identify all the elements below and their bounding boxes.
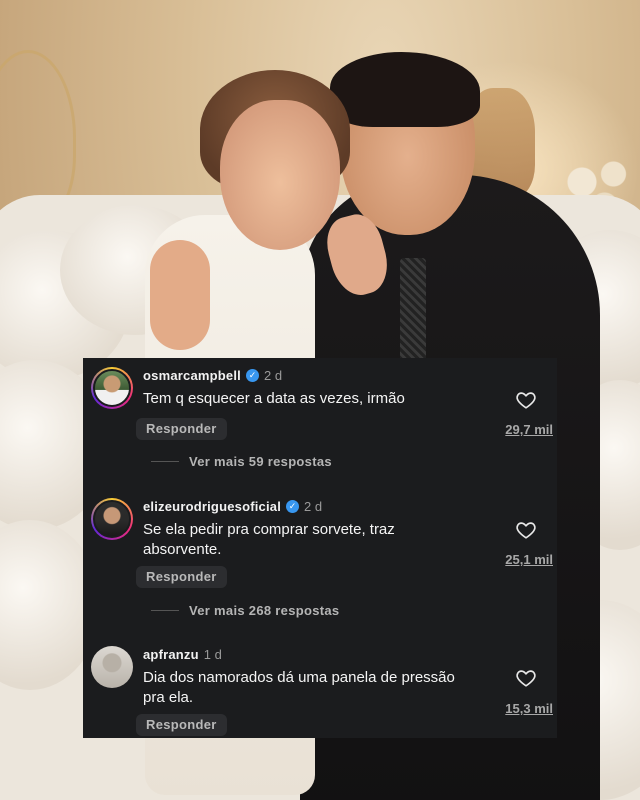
username[interactable]: osmarcampbell [143, 368, 241, 383]
reply-button[interactable]: Responder [136, 418, 227, 440]
man-tie [400, 258, 426, 368]
comments-panel: osmarcampbell ✓ 2 d Tem q esquecer a dat… [83, 358, 557, 738]
verified-badge-icon: ✓ [286, 500, 300, 513]
comment-text: Se ela pedir pra comprar sorvete, traz a… [143, 521, 395, 558]
view-more-label: Ver mais 268 respostas [189, 603, 340, 618]
username[interactable]: apfranzu [143, 647, 199, 662]
avatar[interactable] [91, 367, 133, 409]
comment-text: Dia dos namorados dá uma panela de press… [143, 669, 455, 706]
username[interactable]: elizeurodriguesoficial [143, 499, 281, 514]
avatar-image [93, 369, 131, 407]
like-count[interactable]: 15,3 mil [505, 701, 553, 716]
avatar[interactable] [91, 498, 133, 540]
heart-icon[interactable] [515, 389, 537, 411]
comment-text: Tem q esquecer a data as vezes, irmão [143, 390, 405, 407]
like-count[interactable]: 25,1 mil [505, 552, 553, 567]
divider-line [151, 461, 179, 462]
comment-time: 2 d [304, 499, 323, 514]
heart-icon[interactable] [515, 519, 537, 541]
comment-meta: apfranzu 1 d [143, 647, 222, 662]
man-hair [330, 52, 480, 127]
avatar-image [93, 500, 131, 538]
view-more-replies[interactable]: Ver mais 268 respostas [151, 603, 339, 618]
woman-face [220, 100, 340, 250]
like-count[interactable]: 29,7 mil [505, 422, 553, 437]
reply-button[interactable]: Responder [136, 714, 227, 736]
view-more-label: Ver mais 59 respostas [189, 454, 332, 469]
divider-line [151, 610, 179, 611]
reply-button[interactable]: Responder [136, 566, 227, 588]
comment-meta: elizeurodriguesoficial ✓ 2 d [143, 499, 322, 514]
avatar[interactable] [91, 646, 133, 688]
comment-meta: osmarcampbell ✓ 2 d [143, 368, 282, 383]
comment-time: 2 d [263, 368, 283, 383]
verified-badge-icon: ✓ [245, 369, 259, 382]
comment-time: 1 d [203, 647, 222, 662]
woman-arm [150, 240, 210, 350]
view-more-replies[interactable]: Ver mais 59 respostas [151, 454, 332, 469]
heart-icon[interactable] [515, 667, 537, 689]
